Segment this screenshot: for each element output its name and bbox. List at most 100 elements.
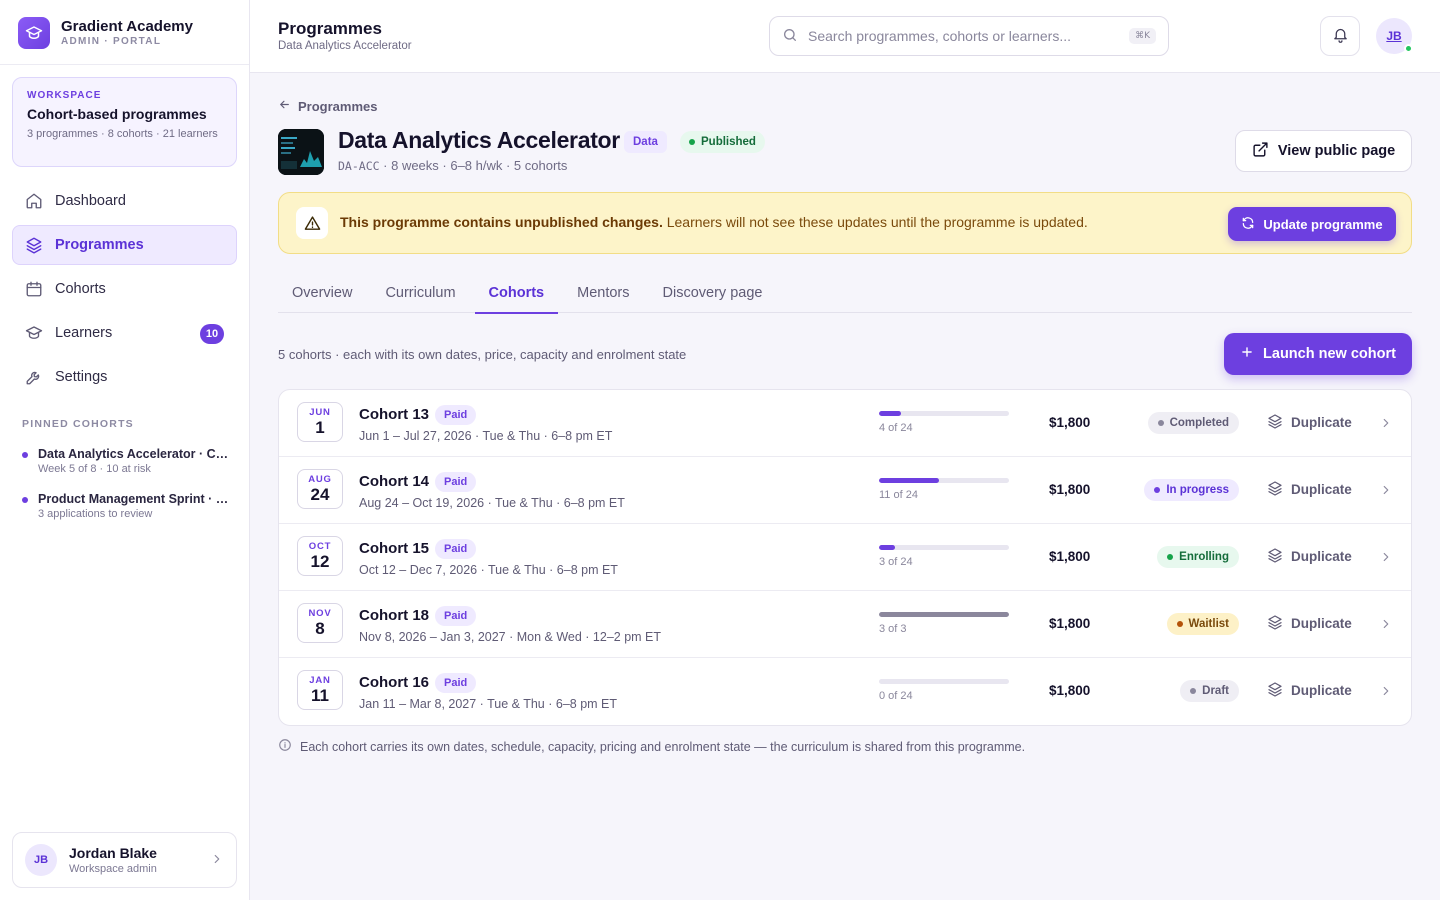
- update-programme-label: Update programme: [1263, 216, 1383, 232]
- arrow-left-icon: [278, 98, 291, 114]
- external-link-icon: [1252, 141, 1269, 162]
- tab-curriculum[interactable]: Curriculum: [371, 273, 469, 313]
- programme-code: DA-ACC: [338, 159, 380, 173]
- workspace-switcher[interactable]: WORKSPACE Cohort-based programmes 3 prog…: [12, 77, 237, 167]
- chevron-right-icon[interactable]: [1379, 416, 1393, 433]
- capacity-text: 4 of 24: [879, 422, 913, 434]
- cohort-price: $1,800: [1049, 683, 1091, 698]
- duplicate-button[interactable]: Duplicate: [1267, 681, 1352, 700]
- sidebar-item-label: Dashboard: [55, 193, 126, 209]
- launch-new-cohort-button[interactable]: Launch new cohort: [1224, 333, 1412, 375]
- capacity-bar: [879, 679, 1009, 684]
- programme-title: Data Analytics Accelerator: [338, 127, 620, 153]
- date-month: JUN: [309, 407, 331, 418]
- status-label: Draft: [1202, 685, 1229, 697]
- notifications-button[interactable]: [1320, 16, 1360, 56]
- sidebar-item-settings[interactable]: Settings: [12, 357, 237, 397]
- duplicate-label: Duplicate: [1291, 549, 1352, 564]
- sidebar-item-cohorts[interactable]: Cohorts: [12, 269, 237, 309]
- brand-subtitle: ADMIN · PORTAL: [61, 36, 162, 47]
- sidebar-item-dashboard[interactable]: Dashboard: [12, 181, 237, 221]
- home-icon: [25, 192, 43, 210]
- view-public-page-button[interactable]: View public page: [1235, 130, 1412, 172]
- warning-icon: [296, 207, 328, 239]
- back-to-programmes-link[interactable]: Programmes: [278, 98, 377, 114]
- wrench-icon: [25, 368, 43, 386]
- workspace-tag: WORKSPACE: [27, 90, 102, 101]
- programme-thumbnail: [278, 129, 324, 175]
- table-row[interactable]: JUN 1 Cohort 13 Paid Jun 1 – Jul 27, 202…: [279, 390, 1411, 457]
- duplicate-button[interactable]: Duplicate: [1267, 480, 1352, 499]
- date-month: OCT: [308, 541, 332, 552]
- duplicate-label: Duplicate: [1291, 482, 1352, 497]
- table-row[interactable]: NOV 8 Cohort 18 Paid Nov 8, 2026 – Jan 3…: [279, 591, 1411, 658]
- refresh-icon: [1241, 216, 1255, 233]
- status-dot: [1154, 487, 1161, 493]
- pinned-cohorts-heading: PINNED COHORTS: [22, 418, 134, 430]
- table-row[interactable]: JAN 11 Cohort 16 Paid Jan 11 – Mar 8, 20…: [279, 658, 1411, 725]
- status-dot: [1157, 420, 1164, 426]
- cohort-price: $1,800: [1049, 482, 1091, 497]
- chevron-right-icon[interactable]: [1379, 550, 1393, 567]
- layers-icon: [1267, 681, 1283, 700]
- update-programme-button[interactable]: Update programme: [1228, 207, 1396, 241]
- cohorts-footnote: Each cohort carries its own dates, sched…: [278, 738, 1025, 755]
- cohort-date-badge: JAN 11: [297, 670, 343, 710]
- brand[interactable]: Gradient Academy ADMIN · PORTAL: [18, 17, 193, 49]
- status-label: Completed: [1169, 417, 1229, 429]
- cohort-name[interactable]: Cohort 15: [359, 540, 429, 557]
- pinned-cohort-name: Data Analytics Accelerator · Cohort 14: [38, 447, 232, 461]
- info-icon: [278, 738, 292, 755]
- launch-cohort-label: Launch new cohort: [1263, 346, 1396, 362]
- date-month: NOV: [308, 608, 332, 619]
- capacity-bar: [879, 411, 1009, 416]
- pinned-cohort-item[interactable]: Data Analytics Accelerator · Cohort 14 W…: [22, 446, 232, 476]
- tab-overview[interactable]: Overview: [278, 273, 366, 313]
- user-menu[interactable]: JB Jordan Blake Workspace admin: [12, 832, 237, 888]
- capacity-bar: [879, 612, 1009, 617]
- duplicate-button[interactable]: Duplicate: [1267, 413, 1352, 432]
- page-title: Programmes: [278, 19, 382, 38]
- tab-cohorts[interactable]: Cohorts: [474, 273, 559, 314]
- pricing-badge: Paid: [435, 405, 477, 425]
- cohort-name[interactable]: Cohort 13: [359, 406, 429, 423]
- cohort-name[interactable]: Cohort 18: [359, 607, 429, 624]
- pinned-cohort-sub: Week 5 of 8 · 10 at risk: [38, 463, 151, 475]
- tab-mentors[interactable]: Mentors: [563, 273, 643, 313]
- view-public-label: View public page: [1277, 143, 1396, 159]
- user-role: Workspace admin: [69, 862, 157, 875]
- duplicate-button[interactable]: Duplicate: [1267, 547, 1352, 566]
- status-dot: [1167, 554, 1174, 560]
- search-input[interactable]: [808, 28, 1120, 44]
- cohort-schedule: Nov 8, 2026 – Jan 3, 2027 · Mon & Wed · …: [359, 630, 662, 644]
- tab-discovery-page[interactable]: Discovery page: [649, 273, 777, 313]
- sidebar-item-programmes[interactable]: Programmes: [12, 225, 237, 265]
- table-row[interactable]: OCT 12 Cohort 15 Paid Oct 12 – Dec 7, 20…: [279, 524, 1411, 591]
- chevron-right-icon[interactable]: [1379, 684, 1393, 701]
- status-dot: [1176, 621, 1183, 627]
- sidebar-item-label: Settings: [55, 369, 108, 385]
- chevron-right-icon[interactable]: [1379, 617, 1393, 634]
- pinned-cohort-item[interactable]: Product Management Sprint · Cohort 3 3 a…: [22, 491, 232, 521]
- status-badge: Waitlist: [1166, 613, 1239, 635]
- brand-name: Gradient Academy: [61, 18, 193, 35]
- search-bar[interactable]: ⌘K: [769, 16, 1169, 56]
- programme-tabs: Overview Curriculum Cohorts Mentors Disc…: [278, 273, 1412, 314]
- status-dot: [689, 139, 695, 145]
- capacity-text: 3 of 3: [879, 623, 907, 635]
- page-subtitle: Data Analytics Accelerator: [278, 40, 412, 52]
- table-row[interactable]: AUG 24 Cohort 14 Paid Aug 24 – Oct 19, 2…: [279, 457, 1411, 524]
- sidebar-item-learners[interactable]: Learners 10: [12, 313, 237, 353]
- layers-icon: [1267, 413, 1283, 432]
- pinned-dot: [22, 452, 28, 458]
- duplicate-button[interactable]: Duplicate: [1267, 614, 1352, 633]
- pricing-badge: Paid: [435, 539, 477, 559]
- graduation-cap-logo-icon: [18, 17, 50, 49]
- category-tag: Data: [624, 131, 667, 153]
- cohort-price: $1,800: [1049, 616, 1091, 631]
- cohort-name[interactable]: Cohort 16: [359, 674, 429, 691]
- chevron-right-icon[interactable]: [1379, 483, 1393, 500]
- date-day: 11: [311, 686, 329, 705]
- cohort-name[interactable]: Cohort 14: [359, 473, 429, 490]
- capacity-bar: [879, 545, 1009, 550]
